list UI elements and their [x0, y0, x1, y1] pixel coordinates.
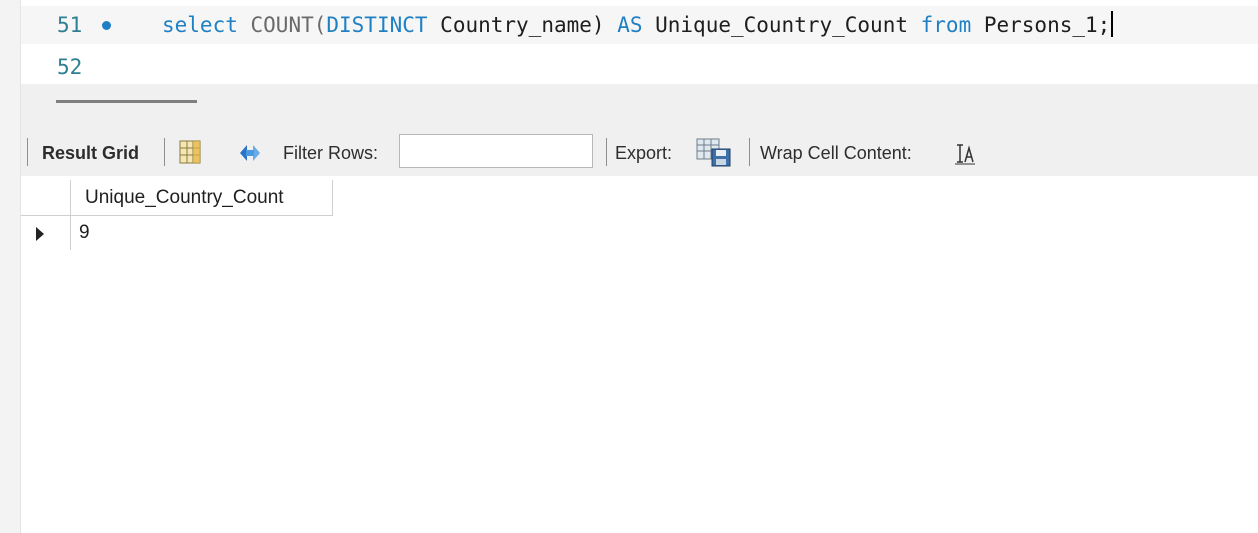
- splitter-handle[interactable]: [56, 100, 197, 103]
- sql-editor[interactable]: 51 select COUNT(DISTINCT Country_name) A…: [21, 0, 1258, 84]
- wrap-cell-content-label: Wrap Cell Content:: [760, 143, 912, 163]
- filter-rows-label: Filter Rows:: [283, 143, 379, 163]
- refresh-icon[interactable]: [234, 140, 266, 166]
- sql-keyword: from: [920, 13, 972, 37]
- export-icon[interactable]: [696, 138, 736, 168]
- toolbar-separator: [606, 138, 607, 166]
- grid-cell[interactable]: 9: [79, 216, 90, 250]
- statement-marker-icon: [102, 21, 111, 30]
- grid-corner-cell[interactable]: [21, 180, 71, 216]
- sql-statement[interactable]: select COUNT(DISTINCT Country_name) AS U…: [162, 6, 1114, 44]
- sql-keyword: DISTINCT: [326, 13, 428, 37]
- toolbar-separator: [164, 138, 165, 166]
- toolbar-separator: [749, 138, 750, 166]
- toolbar-separator: [27, 138, 28, 166]
- current-row-arrow-icon: [36, 227, 44, 241]
- code-line-51[interactable]: 51 select COUNT(DISTINCT Country_name) A…: [21, 6, 1258, 44]
- filter-rows-input[interactable]: [399, 134, 593, 168]
- result-grid[interactable]: Unique_Country_Count 9: [21, 176, 1258, 533]
- code-line-52[interactable]: 52: [21, 48, 1258, 86]
- mysql-workbench-window: 51 select COUNT(DISTINCT Country_name) A…: [0, 0, 1258, 533]
- sql-identifier: Country_name): [427, 13, 618, 37]
- text-caret: [1111, 11, 1114, 37]
- sql-space: [238, 13, 251, 37]
- column-header[interactable]: Unique_Country_Count: [71, 180, 333, 216]
- sql-keyword: select: [162, 13, 238, 37]
- sql-identifier: Persons_1;: [971, 13, 1111, 37]
- sql-identifier: Unique_Country_Count: [642, 13, 921, 37]
- sql-function: COUNT(: [250, 13, 327, 37]
- sql-keyword: AS: [617, 13, 643, 37]
- export-label: Export:: [615, 143, 673, 163]
- panel-splitter[interactable]: [21, 84, 1258, 126]
- result-grid-tab[interactable]: Result Grid: [42, 143, 139, 164]
- left-gutter-strip: [0, 0, 21, 533]
- row-selector[interactable]: [21, 216, 71, 250]
- line-number: 51: [57, 13, 83, 37]
- wrap-cell-icon[interactable]: [954, 143, 976, 165]
- grid-columns-icon[interactable]: [179, 140, 201, 164]
- line-number: 52: [57, 55, 83, 79]
- result-toolbar: Result Grid Filter Rows: Export: Wrap Ce…: [21, 126, 1258, 176]
